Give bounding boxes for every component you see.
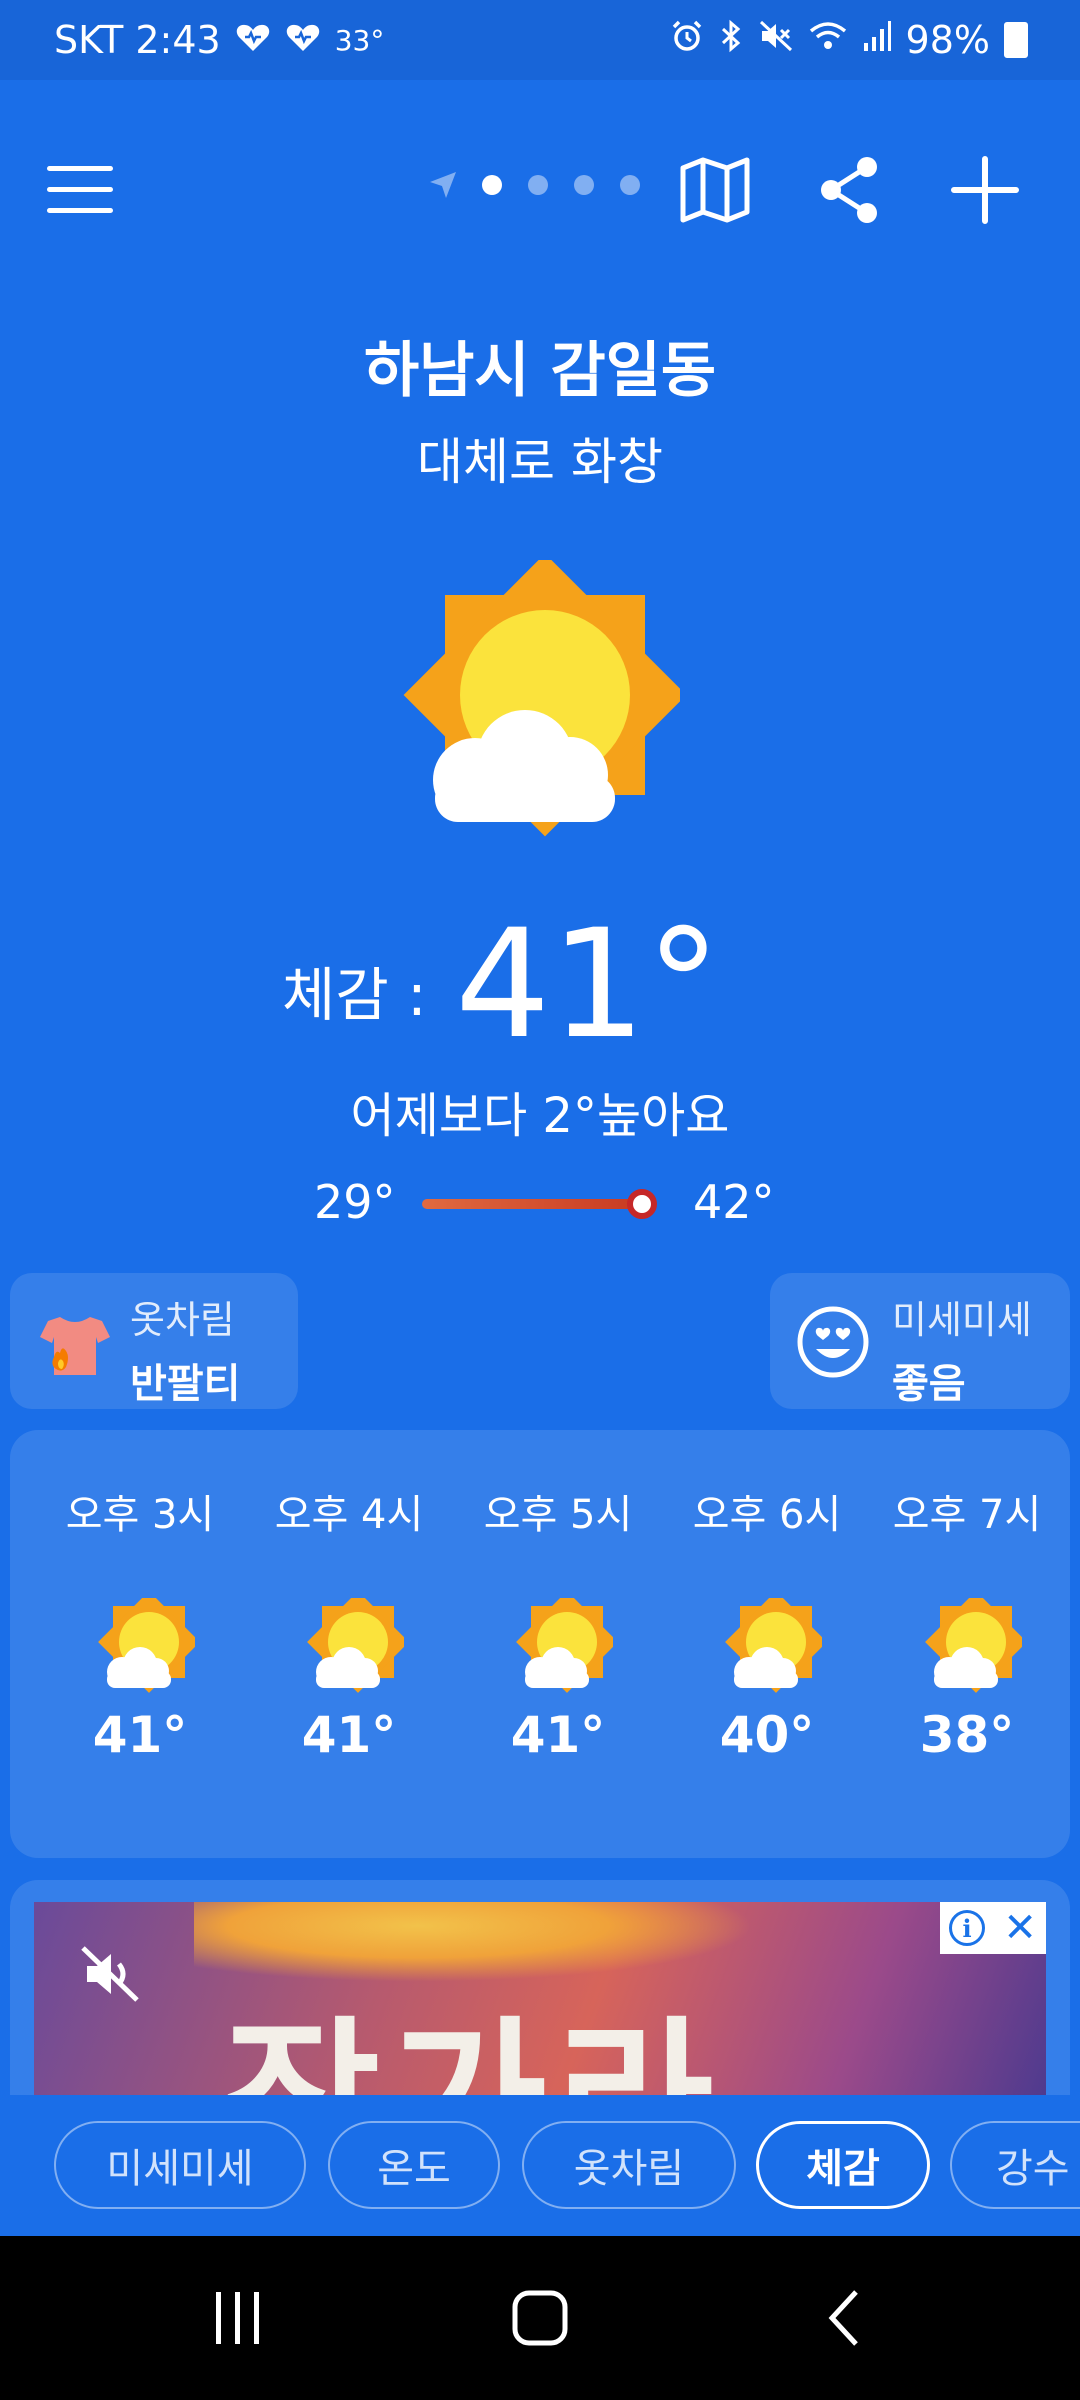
- signal-icon: [862, 18, 892, 62]
- battery-percent: 98%: [905, 18, 990, 62]
- hourly-item: 오후 5시 41°: [463, 1430, 653, 1858]
- tab-fine-dust[interactable]: 미세미세: [54, 2121, 306, 2209]
- max-temperature: 42°: [693, 1175, 775, 1229]
- ad-choices[interactable]: i ✕: [940, 1902, 1046, 1954]
- partly-sunny-icon: [725, 1598, 822, 1693]
- hour-time: 오후 7시: [892, 1492, 1042, 1538]
- heart-icon: [285, 18, 321, 62]
- share-icon: [821, 157, 877, 223]
- system-navigation-bar: [0, 2236, 1080, 2400]
- outfit-title: 옷차림: [130, 1298, 235, 1342]
- category-tabs: 미세미세 온도 옷차림 체감 강수: [0, 2095, 1080, 2235]
- tab-precipitation[interactable]: 강수: [950, 2121, 1080, 2209]
- share-button[interactable]: [805, 140, 895, 240]
- hour-time: 오후 6시: [692, 1492, 842, 1538]
- info-icon[interactable]: i: [949, 1910, 986, 1946]
- partly-sunny-icon: [516, 1598, 613, 1693]
- location-name: 하남시 감일동: [363, 336, 717, 406]
- ad-card: 잠가라 i ✕: [10, 1880, 1070, 2095]
- ad-headline: 잠가라: [224, 1962, 723, 2095]
- fine-dust-value: 좋음: [892, 1361, 966, 1407]
- page-dot: [528, 175, 548, 195]
- tab-outfit[interactable]: 옷차림: [522, 2121, 736, 2209]
- range-bar: [422, 1199, 642, 1209]
- hour-temperature: 40°: [719, 1706, 815, 1764]
- page-dot: [574, 175, 594, 195]
- alarm-icon: [670, 18, 704, 62]
- page-dot: [482, 175, 502, 195]
- status-left: SKT 2:43 33°: [54, 18, 384, 62]
- outfit-card[interactable]: 옷차림 반팔티: [10, 1273, 298, 1409]
- weather-condition: 대체로 화창: [417, 433, 663, 491]
- back-button[interactable]: [776, 2236, 916, 2400]
- heart-icon: [235, 18, 271, 62]
- recent-apps-icon: [216, 2292, 259, 2344]
- hour-temperature: 41°: [510, 1706, 606, 1764]
- hour-temperature: 41°: [92, 1706, 188, 1764]
- back-icon: [828, 2290, 858, 2346]
- status-bar: SKT 2:43 33° 98%: [0, 0, 1080, 80]
- hourly-item: 오후 6시 40°: [672, 1430, 862, 1858]
- home-button[interactable]: [470, 2236, 610, 2400]
- outfit-value: 반팔티: [130, 1361, 241, 1407]
- close-icon[interactable]: ✕: [1003, 1908, 1037, 1948]
- hamburger-icon: [47, 166, 113, 213]
- partly-sunny-icon: [98, 1598, 195, 1693]
- navigation-arrow-icon: [430, 172, 456, 198]
- plus-icon: [951, 156, 1019, 224]
- hour-time: 오후 5시: [483, 1492, 633, 1538]
- yesterday-comparison: 어제보다 2°높아요: [350, 1088, 730, 1144]
- hour-temperature: 41°: [301, 1706, 397, 1764]
- ad-banner[interactable]: 잠가라 i ✕: [34, 1902, 1046, 2095]
- tab-feels-like[interactable]: 체감: [756, 2121, 930, 2209]
- hourly-item: 오후 4시 41°: [254, 1430, 444, 1858]
- partly-sunny-icon: [307, 1598, 404, 1693]
- range-knob: [627, 1189, 657, 1219]
- battery-icon: [1004, 22, 1028, 58]
- smile-face-icon: [797, 1306, 869, 1378]
- carrier-time: SKT 2:43: [54, 18, 221, 62]
- add-location-button[interactable]: [940, 140, 1030, 240]
- fine-dust-card[interactable]: 미세미세 좋음: [770, 1273, 1070, 1409]
- hour-time: 오후 4시: [274, 1492, 424, 1538]
- min-temperature: 29°: [314, 1175, 396, 1229]
- feels-like: 체감 : 41°: [0, 900, 1080, 1070]
- bluetooth-icon: [718, 18, 744, 62]
- map-button[interactable]: [670, 140, 760, 240]
- mute-icon: [758, 18, 794, 62]
- tshirt-icon: [40, 1317, 110, 1375]
- ad-mute-button[interactable]: [79, 1942, 143, 2006]
- hour-time: 오후 3시: [65, 1492, 215, 1538]
- status-temperature: 33°: [334, 23, 385, 57]
- hourly-item: 오후 3시 41°: [45, 1430, 235, 1858]
- recent-apps-button[interactable]: [168, 2236, 308, 2400]
- page-dot: [620, 175, 640, 195]
- top-toolbar: [0, 140, 1080, 240]
- partly-sunny-icon: [400, 553, 687, 840]
- status-right: 98%: [670, 18, 1028, 62]
- page-indicator: [482, 175, 640, 195]
- home-icon: [512, 2290, 568, 2346]
- temperature-range: 29° 42°: [0, 1175, 1080, 1235]
- fine-dust-title: 미세미세: [892, 1298, 1032, 1342]
- hourly-forecast[interactable]: 오후 3시 41° 오후 4시 41° 오후 5시 41° 오후 6시 40° …: [10, 1430, 1070, 1858]
- location-indicator: [428, 170, 458, 204]
- feels-like-label: 체감 :: [282, 961, 427, 1029]
- menu-button[interactable]: [35, 140, 125, 240]
- tab-temperature[interactable]: 온도: [328, 2121, 500, 2209]
- map-icon: [680, 157, 750, 223]
- volume-mute-icon: [81, 1946, 139, 2002]
- partly-sunny-icon: [925, 1598, 1022, 1693]
- hour-temperature: 38°: [919, 1706, 1015, 1764]
- feels-like-value: 41°: [455, 898, 721, 1072]
- hourly-item: 오후 7시 38°: [872, 1430, 1062, 1858]
- wifi-icon: [808, 18, 848, 62]
